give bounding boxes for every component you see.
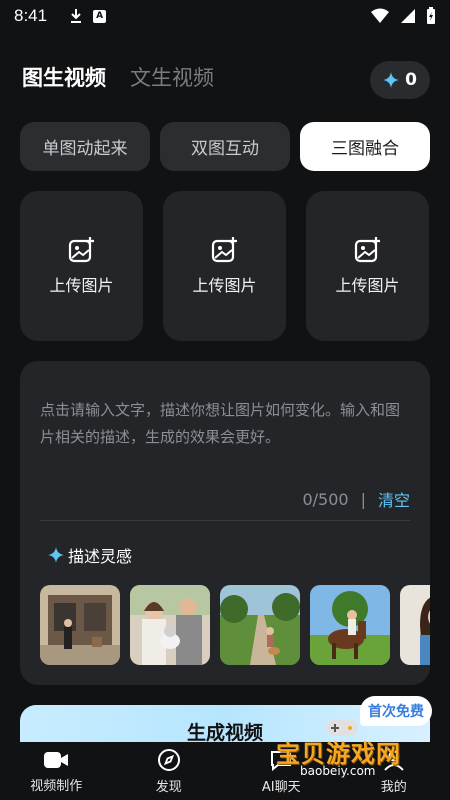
char-counter: 0/500 <box>302 489 349 509</box>
chat-icon <box>271 750 292 771</box>
nav-label: 发现 <box>155 779 182 795</box>
tab-text-to-video[interactable]: 文生视频 <box>130 62 214 92</box>
top-tabs: 图生视频 文生视频 <box>22 62 214 92</box>
upload-slot-1[interactable]: 上传图片 <box>20 191 143 341</box>
image-add-icon <box>354 237 380 263</box>
app-notification-icon: A <box>93 9 107 23</box>
mode-single-image[interactable]: 单图动起来 <box>20 122 150 171</box>
tab-image-to-video[interactable]: 图生视频 <box>22 62 106 92</box>
nav-video-create[interactable]: 视频制作 <box>0 742 113 800</box>
status-time: 8:41 <box>14 6 48 25</box>
prompt-input[interactable]: 点击请输入文字，描述你想让图片如何变化。输入和图片相关的描述，生成的效果会更好。 <box>40 397 412 451</box>
prompt-card: 点击请输入文字，描述你想让图片如何变化。输入和图片相关的描述，生成的效果会更好。… <box>20 361 430 685</box>
signal-icon <box>401 9 415 23</box>
credits-count: 0 <box>405 70 417 90</box>
profile-icon <box>384 750 404 771</box>
inspiration-thumb-horse[interactable] <box>310 585 390 665</box>
sparkle-icon <box>48 547 64 563</box>
nav-label: 视频制作 <box>30 778 83 794</box>
sparkle-icon <box>383 72 400 88</box>
first-free-badge: 首次免费 <box>360 696 432 726</box>
divider <box>40 520 410 521</box>
upload-label: 上传图片 <box>335 276 400 295</box>
bottom-nav: 视频制作 发现 AI聊天 我的 <box>0 742 450 800</box>
separator: | <box>360 489 366 509</box>
mode-two-image[interactable]: 双图互动 <box>160 122 290 171</box>
battery-icon <box>427 7 435 24</box>
inspiration-thumb-woman[interactable] <box>400 585 430 665</box>
image-add-icon <box>68 237 94 263</box>
inspiration-header: 描述灵感 <box>48 543 132 567</box>
upload-label: 上传图片 <box>49 276 114 295</box>
nav-label: AI聊天 <box>261 779 301 795</box>
nav-profile[interactable]: 我的 <box>338 742 450 800</box>
clear-button[interactable]: 清空 <box>378 487 410 511</box>
upload-slot-2[interactable]: 上传图片 <box>163 191 286 341</box>
nav-discover[interactable]: 发现 <box>113 742 226 800</box>
compass-icon <box>157 748 180 771</box>
inspiration-thumb-cafe[interactable] <box>40 585 120 665</box>
mode-three-image[interactable]: 三图融合 <box>300 122 430 171</box>
upload-label: 上传图片 <box>192 276 257 295</box>
credits-button[interactable]: 0 <box>370 61 430 99</box>
upload-slots: 上传图片 上传图片 上传图片 <box>20 191 429 341</box>
video-camera-icon <box>44 751 69 768</box>
inspiration-thumb-couple-cat[interactable] <box>130 585 210 665</box>
image-add-icon <box>211 237 237 263</box>
mode-selector: 单图动起来 双图互动 三图融合 <box>20 122 430 171</box>
nav-ai-chat[interactable]: AI聊天 <box>225 742 338 800</box>
nav-label: 我的 <box>380 779 407 795</box>
inspiration-thumbnails <box>40 585 430 667</box>
inspiration-thumb-park[interactable] <box>220 585 300 665</box>
status-bar: 8:41 A <box>0 0 450 32</box>
wifi-icon <box>371 8 389 23</box>
prompt-footer: 0/500 | 清空 <box>302 487 410 511</box>
download-icon <box>71 9 82 23</box>
upload-slot-3[interactable]: 上传图片 <box>306 191 429 341</box>
inspiration-label: 描述灵感 <box>68 547 133 566</box>
